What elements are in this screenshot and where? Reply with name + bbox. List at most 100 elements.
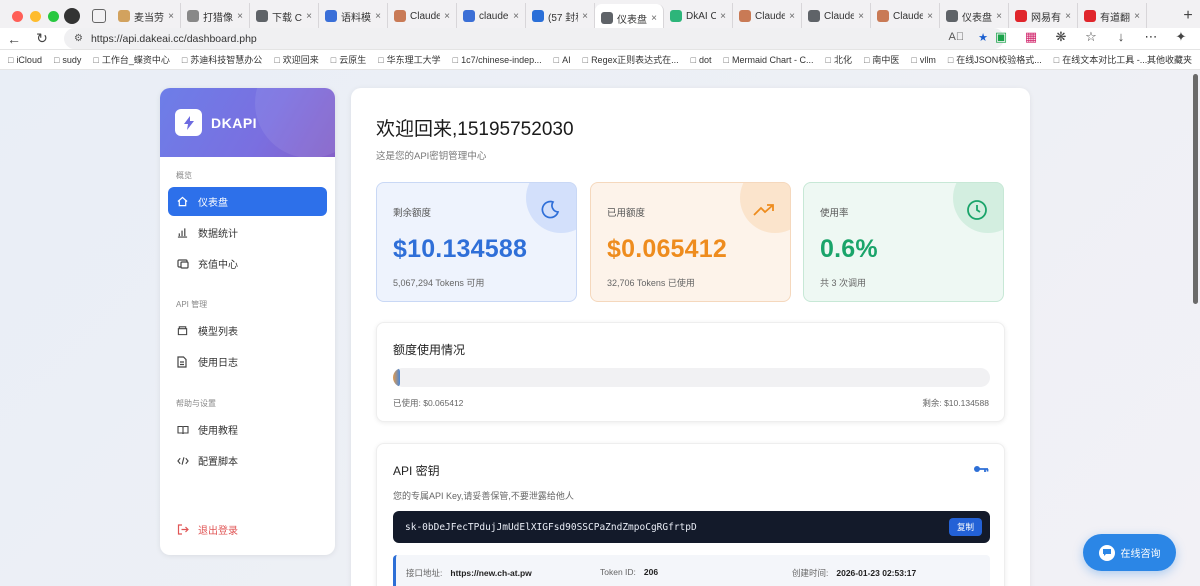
tab-close-icon[interactable]: ×: [720, 11, 726, 22]
bookmark-label: 在线JSON校验格式...: [956, 55, 1042, 65]
bookmark-item[interactable]: □ 1c7/chinese-indep...: [453, 55, 542, 65]
section-overview: 概览: [176, 171, 192, 180]
browser-tab[interactable]: 仪表盘 - ×: [940, 3, 1009, 29]
api-key-value[interactable]: sk-0bDeJFecTPdujJmUdElXIGFsd90SSCPaZndZm…: [405, 522, 697, 533]
sidebar-item-dashboard[interactable]: 仪表盘: [168, 187, 327, 216]
close-window-button[interactable]: [12, 10, 23, 22]
sidebar-item-recharge[interactable]: 充值中心: [168, 249, 327, 278]
browser-tab[interactable]: Claude C×: [733, 3, 802, 29]
bookmark-item[interactable]: □ AI: [554, 55, 571, 65]
sidebar-item-stats[interactable]: 数据统计: [168, 218, 327, 247]
bookmark-item[interactable]: □ Mermaid Chart - C...: [724, 55, 814, 65]
tab-close-icon[interactable]: ×: [996, 11, 1002, 22]
bookmark-item[interactable]: □ iCloud: [8, 55, 42, 65]
extension-red-icon[interactable]: ▦: [1022, 29, 1040, 45]
tab-favicon-icon: [1015, 10, 1027, 22]
browser-tab[interactable]: 麦当劳MC ×: [112, 3, 181, 29]
usage-progress-bar: [393, 368, 990, 387]
extensions-icon[interactable]: ❋: [1052, 29, 1070, 45]
browser-tab[interactable]: 下载 Chr ×: [250, 3, 319, 29]
tab-title: 仪表盘 -: [617, 14, 647, 26]
bookmark-item[interactable]: □ vllm: [911, 55, 935, 65]
sidebar-item-logs[interactable]: 使用日志: [168, 347, 327, 376]
browser-tab[interactable]: 有道翻译 ×: [1078, 3, 1147, 29]
maximize-window-button[interactable]: [48, 10, 59, 22]
browser-tab[interactable]: Claude C×: [802, 3, 871, 29]
reload-icon[interactable]: ↻: [28, 30, 56, 47]
extension-green-icon[interactable]: ▣: [992, 29, 1010, 45]
bookmark-item[interactable]: □ 欢迎回来: [274, 53, 318, 66]
tab-close-icon[interactable]: ×: [375, 11, 381, 22]
favorites-icon[interactable]: ☆: [1082, 29, 1100, 45]
read-aloud-icon[interactable]: A⃣: [949, 31, 965, 44]
downloads-icon[interactable]: ↓: [1112, 29, 1130, 45]
minimize-window-button[interactable]: [30, 10, 41, 22]
copy-button[interactable]: 复制: [948, 518, 982, 536]
bookmark-item[interactable]: □ 在线JSON校验格式...: [948, 53, 1042, 66]
bookmark-label: dot: [699, 54, 712, 65]
bookmark-item[interactable]: □ dot: [691, 55, 712, 65]
bookmark-item[interactable]: □ 在线文本对比工具 -...: [1054, 53, 1147, 66]
tab-close-icon[interactable]: ×: [1065, 11, 1071, 22]
tab-favicon-icon: [946, 10, 958, 22]
browser-tab[interactable]: claude c ×: [457, 3, 526, 29]
copilot-icon[interactable]: ✦: [1172, 29, 1190, 45]
browser-tab[interactable]: 打猎像的 ×: [181, 3, 250, 29]
sidebar-item-tutorial[interactable]: 使用教程: [168, 415, 327, 444]
favorite-star-icon[interactable]: ★: [978, 31, 988, 44]
workspaces-icon[interactable]: [92, 9, 106, 23]
sidebar-item-models[interactable]: 模型列表: [168, 316, 327, 345]
tab-close-icon[interactable]: ×: [789, 11, 795, 22]
back-arrow-icon[interactable]: ←: [0, 31, 28, 47]
tab-close-icon[interactable]: ×: [444, 11, 450, 22]
other-bookmarks[interactable]: 其他收藏夹: [1147, 53, 1192, 66]
browser-tab[interactable]: 语料模 ×: [319, 3, 388, 29]
tab-close-icon[interactable]: ×: [513, 11, 519, 22]
tab-close-icon[interactable]: ×: [168, 11, 174, 22]
wallet-icon: [177, 258, 189, 269]
folder-icon: □: [1053, 54, 1060, 65]
browser-tab[interactable]: 网易有道 ×: [1009, 3, 1078, 29]
page-scrollbar[interactable]: [1193, 74, 1198, 304]
tab-close-icon[interactable]: ×: [651, 13, 657, 24]
moon-icon: [538, 198, 562, 222]
brand-name: DKAPI: [211, 114, 258, 131]
logout-button[interactable]: 退出登录: [168, 515, 327, 544]
tab-close-icon[interactable]: ×: [237, 11, 243, 22]
bookmark-label: iCloud: [16, 54, 42, 65]
tab-close-icon[interactable]: ×: [1134, 11, 1140, 22]
bookmark-item[interactable]: □ 云原生: [331, 53, 366, 66]
more-menu-icon[interactable]: ⋯: [1142, 29, 1160, 45]
sidebar-header: DKAPI: [160, 88, 335, 158]
tab-close-icon[interactable]: ×: [306, 11, 312, 22]
bookmark-item[interactable]: □ sudy: [54, 55, 81, 65]
code-icon: [177, 456, 189, 466]
browser-tab[interactable]: DkAI Chi ×: [664, 3, 733, 29]
tab-title: Claude C: [410, 10, 441, 22]
bookmark-item[interactable]: □ 工作台_蝶资中心: [93, 53, 169, 66]
site-info-icon[interactable]: ⚙: [74, 33, 83, 44]
tab-close-icon[interactable]: ×: [927, 11, 933, 22]
tab-favicon-icon: [394, 10, 406, 22]
bookmark-item[interactable]: □ 北化: [826, 53, 852, 66]
url-input[interactable]: ⚙ https://api.dakeai.cc/dashboard.php: [64, 28, 1004, 49]
tab-close-icon[interactable]: ×: [858, 11, 864, 22]
tab-favicon-icon: [1084, 10, 1096, 22]
token-id-label: Token ID:: [600, 567, 636, 577]
bookmark-item[interactable]: □ 华东理工大学: [378, 53, 440, 66]
bookmark-label: 欢迎回来: [282, 55, 319, 65]
new-tab-button[interactable]: +: [1176, 7, 1200, 25]
sidebar-item-script[interactable]: 配置脚本: [168, 446, 327, 475]
stat-value: $0.065412: [607, 235, 727, 263]
online-chat-button[interactable]: 在线咨询: [1083, 534, 1176, 571]
browser-tab[interactable]: (57 封私 ×: [526, 3, 595, 29]
tab-favicon-icon: [256, 10, 268, 22]
browser-tab[interactable]: Claude C×: [871, 3, 940, 29]
bookmark-item[interactable]: □ 苏迪科技智慧办公: [182, 53, 262, 66]
bookmark-item[interactable]: □ Regex正则表达式在...: [583, 53, 679, 66]
tab-close-icon[interactable]: ×: [582, 11, 588, 22]
browser-tab[interactable]: Claude C×: [388, 3, 457, 29]
bookmark-item[interactable]: □ 南中医: [864, 53, 899, 66]
profile-avatar[interactable]: [64, 8, 80, 24]
bookmarks-overflow-icon[interactable]: ›: [1126, 54, 1130, 66]
